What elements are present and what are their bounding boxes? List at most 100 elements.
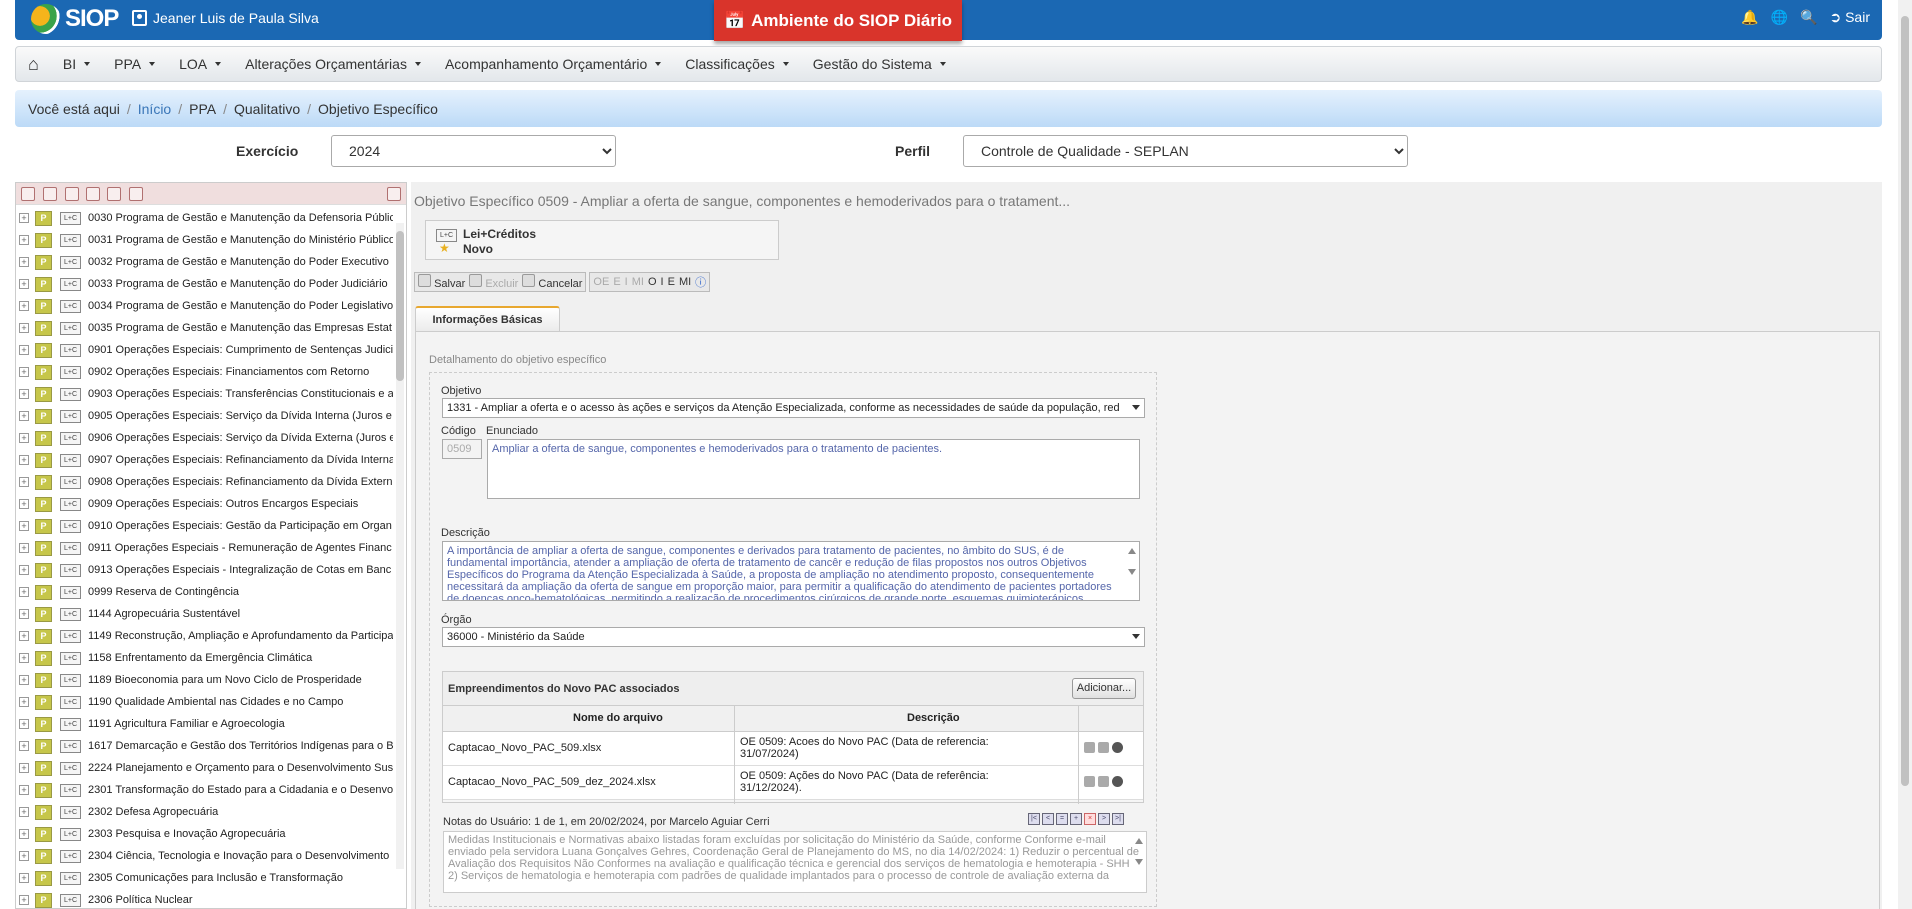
e-button[interactable]: E	[613, 276, 620, 288]
expand-icon[interactable]: +	[19, 829, 29, 839]
e-dropdown-button[interactable]: E	[668, 276, 675, 288]
expand-icon[interactable]: +	[19, 675, 29, 685]
expand-all-icon[interactable]	[43, 187, 57, 201]
next-page-icon[interactable]: >	[1098, 813, 1110, 825]
nav-ppa[interactable]: PPA	[114, 56, 156, 72]
tree-item[interactable]: + P L+C 0034 Programa de Gestão e Manutençã…	[16, 295, 396, 317]
mi-dropdown-button[interactable]: MI	[679, 276, 691, 288]
tree-item[interactable]: + P L+C 0905 Operações Especiais: Serviço d…	[16, 405, 396, 427]
save-button[interactable]: Salvar	[418, 274, 465, 290]
expand-icon[interactable]: +	[19, 543, 29, 553]
tree-item[interactable]: + P L+C 0903 Operações Especiais: Transferê…	[16, 383, 396, 405]
eye-icon[interactable]	[1112, 776, 1123, 787]
tree-item[interactable]: + P L+C 0911 Operações Especiais - Remunera…	[16, 537, 396, 559]
user-info[interactable]: Jeaner Luis de Paula Silva	[132, 10, 319, 26]
expand-icon[interactable]: +	[19, 367, 29, 377]
tree-item[interactable]: + P L+C 2302 Defesa Agropecuária	[16, 801, 396, 823]
i-dropdown-button[interactable]: I	[661, 276, 664, 288]
expand-icon[interactable]: +	[19, 301, 29, 311]
tree-item[interactable]: + P L+C 0908 Operações Especiais: Refinanci…	[16, 471, 396, 493]
window-icon[interactable]	[129, 187, 143, 201]
scroll-up-icon[interactable]	[1128, 548, 1136, 554]
orgao-select[interactable]: 36000 - Ministério da Saúde	[442, 627, 1145, 647]
gear-icon[interactable]	[107, 187, 121, 201]
eye-icon[interactable]	[1112, 742, 1123, 753]
scroll-up-icon[interactable]	[1135, 838, 1143, 844]
tree-scrollbar[interactable]	[396, 223, 404, 869]
filter-icon[interactable]	[387, 187, 401, 201]
tree-item[interactable]: + P L+C 0030 Programa de Gestão e Manutençã…	[16, 207, 396, 229]
col-nome-arquivo[interactable]: Nome do arquivo	[573, 712, 663, 724]
expand-icon[interactable]: +	[19, 411, 29, 421]
expand-icon[interactable]: +	[19, 499, 29, 509]
trash-icon[interactable]	[1098, 776, 1109, 787]
expand-icon[interactable]: +	[19, 785, 29, 795]
expand-icon[interactable]: +	[19, 257, 29, 267]
expand-icon[interactable]: +	[19, 279, 29, 289]
tree-item[interactable]: + P L+C 0906 Operações Especiais: Serviço d…	[16, 427, 396, 449]
perfil-select[interactable]: Controle de Qualidade - SEPLAN	[963, 135, 1408, 167]
expand-icon[interactable]: +	[19, 323, 29, 333]
exercicio-select[interactable]: 2024	[331, 135, 616, 167]
expand-icon[interactable]: +	[19, 213, 29, 223]
notes-textarea[interactable]: Medidas Institucionais e Normativas abai…	[443, 831, 1147, 893]
globe-icon[interactable]: 🌐	[1771, 9, 1788, 26]
tree-item[interactable]: + P L+C 1190 Qualidade Ambiental nas Cidade…	[16, 691, 396, 713]
nav-bi[interactable]: BI	[63, 56, 91, 72]
edit-icon[interactable]	[1084, 742, 1095, 753]
nav-classificacoes[interactable]: Classificações	[685, 56, 789, 72]
tree-item[interactable]: + P L+C 0902 Operações Especiais: Financiam…	[16, 361, 396, 383]
expand-icon[interactable]: +	[19, 895, 29, 905]
expand-icon[interactable]: +	[19, 455, 29, 465]
expand-icon[interactable]: +	[19, 609, 29, 619]
mi-button[interactable]: MI	[632, 276, 644, 288]
o-button[interactable]: O	[648, 276, 657, 288]
nav-acompanhamento[interactable]: Acompanhamento Orçamentário	[445, 56, 662, 72]
expand-icon[interactable]: +	[19, 851, 29, 861]
prev-page-icon[interactable]: <	[1042, 813, 1054, 825]
search-icon[interactable]	[86, 187, 100, 201]
tree-item[interactable]: + P L+C 2301 Transformação do Estado para a…	[16, 779, 396, 801]
expand-icon[interactable]: +	[19, 807, 29, 817]
tree-item[interactable]: + P L+C 2305 Comunicações para Inclusão e T…	[16, 867, 396, 889]
scroll-down-icon[interactable]	[1135, 859, 1143, 865]
first-page-icon[interactable]: |<	[1028, 813, 1040, 825]
tree-item[interactable]: + P L+C 1189 Bioeconomia para um Novo Ciclo…	[16, 669, 396, 691]
objetivo-select[interactable]: 1331 - Ampliar a oferta e o acesso às aç…	[442, 398, 1145, 418]
expand-icon[interactable]: +	[19, 521, 29, 531]
expand-icon[interactable]: +	[19, 697, 29, 707]
page-scrollbar[interactable]	[1898, 0, 1912, 909]
refresh-icon[interactable]	[21, 187, 35, 201]
codigo-input[interactable]: 0509	[442, 439, 482, 459]
expand-icon[interactable]: +	[19, 433, 29, 443]
tree-item[interactable]: + P L+C 0901 Operações Especiais: Cumprimen…	[16, 339, 396, 361]
add-note-icon[interactable]: +	[1070, 813, 1082, 825]
col-descricao[interactable]: Descrição	[907, 712, 960, 724]
tree-item[interactable]: + P L+C 0032 Programa de Gestão e Manutençã…	[16, 251, 396, 273]
tree-item[interactable]: + P L+C 0035 Programa de Gestão e Manutençã…	[16, 317, 396, 339]
info-icon[interactable]: ⓘ	[695, 274, 706, 290]
delete-button[interactable]: Excluir	[469, 274, 518, 290]
tree-item[interactable]: + P L+C 0910 Operações Especiais: Gestão da…	[16, 515, 396, 537]
delete-note-icon[interactable]: ×	[1084, 813, 1096, 825]
logout-button[interactable]: ➲ Sair	[1829, 9, 1870, 26]
tree-item[interactable]: + P L+C 2224 Planejamento e Orçamento para …	[16, 757, 396, 779]
collapse-all-icon[interactable]	[65, 187, 79, 201]
nav-alteracoes[interactable]: Alterações Orçamentárias	[245, 56, 421, 72]
edit-note-icon[interactable]: =	[1056, 813, 1068, 825]
enunciado-textarea[interactable]: Ampliar a oferta de sangue, componentes …	[487, 439, 1140, 499]
expand-icon[interactable]: +	[19, 873, 29, 883]
expand-icon[interactable]: +	[19, 345, 29, 355]
cancel-button[interactable]: Cancelar	[522, 274, 582, 290]
tree-item[interactable]: + P L+C 2306 Política Nuclear	[16, 889, 396, 908]
table-row[interactable]: Captacao_Novo_PAC_509_dez_2024.xlsx OE 0…	[443, 766, 1143, 800]
home-icon[interactable]: ⌂	[28, 54, 39, 75]
tree-item[interactable]: + P L+C 0909 Operações Especiais: Outros En…	[16, 493, 396, 515]
expand-icon[interactable]: +	[19, 235, 29, 245]
expand-icon[interactable]: +	[19, 587, 29, 597]
breadcrumb-inicio[interactable]: Início	[138, 101, 171, 117]
scroll-down-icon[interactable]	[1128, 569, 1136, 575]
tree-item[interactable]: + P L+C 0031 Programa de Gestão e Manutençã…	[16, 229, 396, 251]
nav-gestao[interactable]: Gestão do Sistema	[813, 56, 946, 72]
expand-icon[interactable]: +	[19, 477, 29, 487]
